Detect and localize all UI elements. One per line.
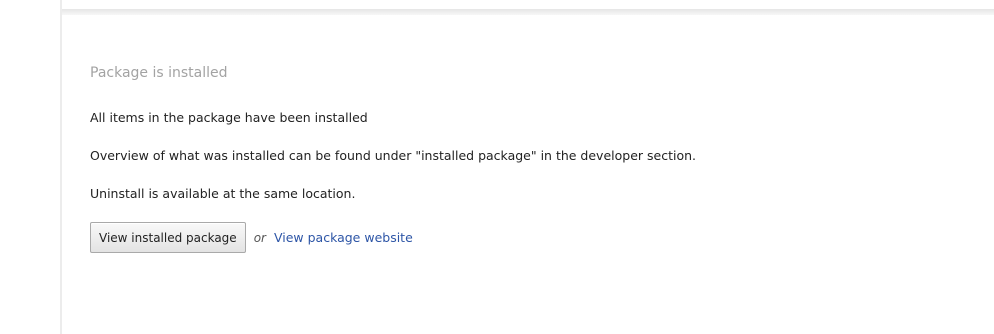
view-installed-package-button[interactable]: View installed package xyxy=(90,222,246,253)
top-divider xyxy=(60,9,994,15)
install-status-panel: Package is installed All items in the pa… xyxy=(90,64,970,253)
left-border xyxy=(60,0,62,334)
action-row: View installed package or View package w… xyxy=(90,222,970,253)
panel-title: Package is installed xyxy=(90,65,228,81)
installed-message: All items in the package have been insta… xyxy=(90,110,368,125)
page: Package is installed All items in the pa… xyxy=(0,0,994,334)
view-package-website-link[interactable]: View package website xyxy=(274,230,413,245)
overview-message: Overview of what was installed can be fo… xyxy=(90,148,696,163)
or-separator: or xyxy=(253,230,266,245)
uninstall-message: Uninstall is available at the same locat… xyxy=(90,186,356,201)
